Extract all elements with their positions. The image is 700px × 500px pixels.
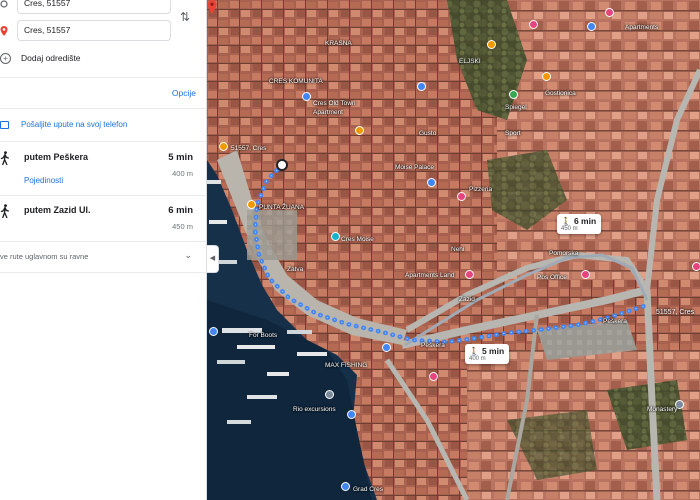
map-label: MAX FISHING (325, 362, 368, 369)
poi-marker[interactable] (325, 390, 334, 399)
map-label: Grad Cres (353, 486, 383, 493)
poi-marker[interactable] (209, 327, 218, 336)
map-label: Nehi (451, 246, 465, 253)
directions-panel: Cres, 51557 Cres, 51557 ⇅ + Dodaj odredi… (0, 0, 207, 500)
destination-pin-icon (0, 26, 8, 36)
map-label: 51557, Cres (231, 145, 267, 152)
map-label: Apartments Land (405, 272, 455, 279)
divider (0, 272, 207, 273)
poi-marker[interactable] (509, 90, 518, 99)
route-name: putem Peškera (24, 152, 89, 162)
map-label: Apartment (313, 109, 343, 116)
distance-value: 400 m (469, 356, 486, 362)
route-time: 5 min (168, 152, 193, 163)
route-name: putem Zazid Ul. (24, 205, 91, 215)
map-label: Spiegel (505, 104, 527, 111)
collapse-panel-button[interactable]: ◀ (207, 245, 219, 273)
map-label: Pizzeria (469, 186, 493, 193)
poi-marker[interactable] (427, 178, 436, 187)
satellite-map[interactable]: CRES KOMUNITA KRASNA Cres Old Town Apart… (207, 0, 700, 500)
walking-icon: 🚶 (561, 217, 571, 226)
divider (0, 108, 207, 109)
poi-marker[interactable] (341, 482, 350, 491)
destination-label: 51557, Cres (656, 309, 695, 316)
route-option-1[interactable]: putem Peškera 5 min 400 m Pojedinosti (0, 151, 207, 195)
route-distance: 400 m (172, 169, 193, 178)
poi-marker[interactable] (355, 126, 364, 135)
walking-icon (0, 151, 9, 165)
map-label: Sport (505, 130, 521, 137)
map-label: Peškera (421, 342, 445, 349)
distance-value: 450 m (561, 226, 578, 232)
all-routes-note[interactable]: ve rute uglavnom su ravne ⌄ (0, 250, 200, 261)
time-value: 5 min (481, 346, 505, 356)
map-label: Gusto (419, 130, 437, 137)
route-time: 6 min (168, 205, 193, 216)
poi-marker[interactable] (429, 372, 438, 381)
poi-marker[interactable] (457, 192, 466, 201)
poi-marker[interactable] (331, 232, 340, 241)
map-label: Peškera (603, 318, 627, 325)
map-label: CRES KOMUNITA (269, 78, 323, 85)
map-label: Cres Moise (341, 236, 374, 243)
map-label: Cres Old Town (313, 100, 356, 107)
add-destination-button[interactable]: + Dodaj odredište (0, 51, 81, 65)
destination-pin-icon[interactable] (207, 0, 217, 14)
map-label: Pomorska (549, 250, 579, 257)
route-option-2[interactable]: putem Zazid Ul. 6 min 450 m (0, 204, 207, 236)
divider (0, 141, 207, 142)
plus-icon: + (0, 52, 11, 64)
add-destination-label: Dodaj odredište (21, 53, 81, 63)
poi-marker[interactable] (692, 262, 700, 271)
poi-marker[interactable] (487, 40, 496, 49)
map-label: Zatva (287, 266, 304, 273)
map-label: Moise Palace (395, 164, 435, 171)
origin-circle-icon (0, 0, 8, 8)
swap-icon[interactable]: ⇅ (180, 10, 192, 24)
divider (0, 195, 207, 196)
map-label: Gostionica (545, 90, 576, 97)
poi-marker[interactable] (529, 20, 538, 29)
send-to-phone-button[interactable]: Pošaljite upute na svoj telefon (0, 120, 127, 129)
poi-marker[interactable] (465, 270, 474, 279)
route-details-link[interactable]: Pojedinosti (24, 176, 63, 185)
map-label: Apartments (625, 24, 659, 31)
options-link[interactable]: Opcije (172, 88, 196, 98)
primary-route-time-label[interactable]: 🚶 5 min 400 m (465, 344, 510, 364)
map-label: KRASNA (325, 40, 352, 47)
poi-marker[interactable] (219, 142, 228, 151)
map-label: ELJSKI (459, 58, 481, 65)
poi-marker[interactable] (302, 92, 311, 101)
maps-app: Cres, 51557 Cres, 51557 ⇅ + Dodaj odredi… (0, 0, 700, 500)
walking-icon (0, 204, 9, 218)
all-routes-label: ve rute uglavnom su ravne (0, 252, 89, 261)
map-label: PUNTA ŽUANA (259, 204, 305, 211)
route-distance: 450 m (172, 222, 193, 231)
divider (0, 241, 207, 242)
poi-marker[interactable] (605, 8, 614, 17)
map-label: Monastery (647, 406, 678, 413)
poi-marker[interactable] (382, 343, 391, 352)
map-label: Zazid (459, 296, 475, 303)
divider (0, 77, 207, 78)
poi-marker[interactable] (542, 72, 551, 81)
phone-icon (0, 120, 9, 129)
send-to-phone-label: Pošaljite upute na svoj telefon (21, 120, 128, 129)
origin-input[interactable]: Cres, 51557 (17, 0, 171, 14)
map-label: Pos Office (537, 274, 567, 281)
chevron-down-icon: ⌄ (184, 250, 192, 260)
map-label: For Boots (249, 332, 278, 339)
walking-icon: 🚶 (469, 347, 479, 356)
time-value: 6 min (573, 216, 597, 226)
poi-marker[interactable] (347, 410, 356, 419)
poi-marker[interactable] (247, 200, 256, 209)
destination-input[interactable]: Cres, 51557 (17, 20, 171, 41)
map-label: Rio excursions (293, 406, 336, 413)
poi-marker[interactable] (587, 22, 596, 31)
alternate-route-time-label[interactable]: 🚶 6 min 450 m (557, 214, 602, 234)
poi-marker[interactable] (581, 270, 590, 279)
poi-marker[interactable] (417, 82, 426, 91)
